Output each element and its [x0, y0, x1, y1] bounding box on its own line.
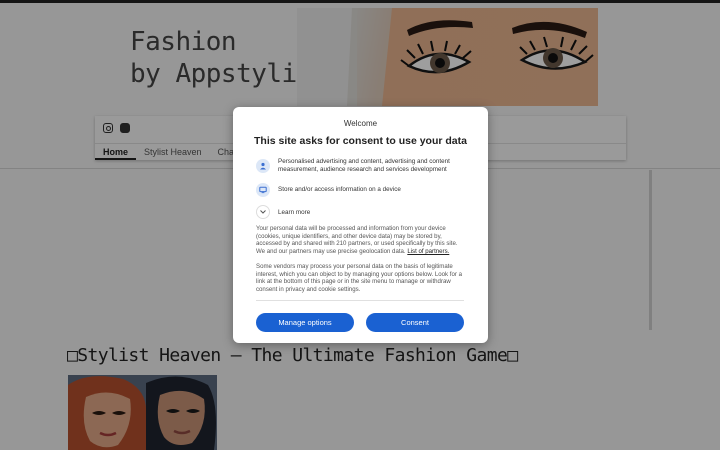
dialog-welcome: Welcome — [343, 119, 378, 128]
dialog-title: This site asks for consent to use your d… — [254, 135, 467, 147]
data-processing-paragraph: Your personal data will be processed and… — [256, 225, 468, 255]
purpose-text-advertising: Personalised advertising and content, ad… — [278, 158, 450, 173]
partners-link[interactable]: List of partners. — [407, 248, 449, 255]
consent-dialog: Welcome This site asks for consent to us… — [233, 107, 488, 343]
dialog-divider — [256, 300, 464, 301]
purpose-item-storage: Store and/or access information on a dev… — [256, 183, 470, 197]
chevron-down-icon — [256, 205, 270, 219]
purpose-text-storage: Store and/or access information on a dev… — [278, 186, 401, 193]
learn-more-label: Learn more — [278, 208, 311, 216]
manage-options-button[interactable]: Manage options — [256, 313, 354, 332]
learn-more-toggle[interactable]: Learn more — [256, 205, 310, 219]
consent-button[interactable]: Consent — [366, 313, 464, 332]
person-icon — [256, 159, 270, 173]
device-icon — [256, 183, 270, 197]
purpose-item-advertising: Personalised advertising and content, ad… — [256, 158, 470, 174]
legitimate-interest-paragraph: Some vendors may process your personal d… — [256, 263, 462, 293]
